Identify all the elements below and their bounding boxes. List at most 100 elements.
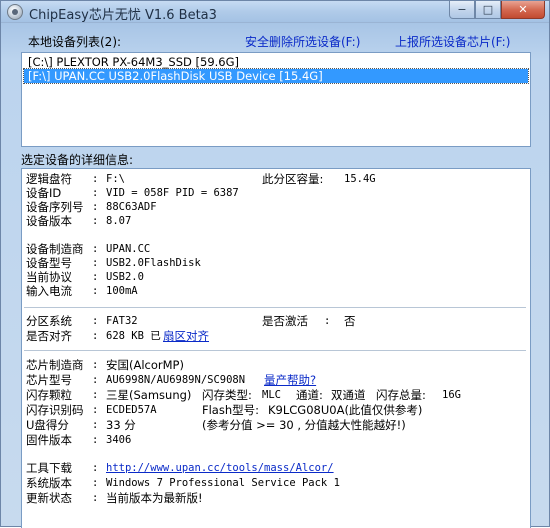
- flash-value: 三星(Samsung): [106, 388, 192, 402]
- colon: :: [92, 374, 99, 386]
- active-key: 是否激活: [262, 314, 308, 328]
- row-model: 设备型号 : USB2.0FlashDisk: [26, 256, 526, 271]
- model-key: 设备型号: [26, 256, 72, 270]
- colon: :: [92, 330, 99, 342]
- score-value: 33 分: [106, 418, 136, 432]
- aligned-value: 628 KB 已: [106, 330, 161, 342]
- colon: :: [92, 477, 99, 489]
- score-key: U盘得分: [26, 418, 69, 432]
- device-id-key: 设备ID: [26, 186, 62, 200]
- colon: :: [92, 419, 99, 431]
- mass-production-help-link[interactable]: 量产帮助?: [264, 373, 316, 388]
- drive-letter-key: 逻辑盘符: [26, 172, 72, 186]
- flash-total-value: 16G: [442, 389, 461, 401]
- device-list-item-c[interactable]: [C:\] PLEXTOR PX-64M3_SSD [59.6G]: [24, 55, 528, 69]
- row-filesystem: 分区系统 : FAT32 是否激活 : 否: [26, 314, 526, 329]
- colon: :: [92, 257, 99, 269]
- tool-download-key: 工具下载: [26, 461, 72, 475]
- colon: :: [92, 215, 99, 227]
- protocol-key: 当前协议: [26, 270, 72, 284]
- serial-value: 88C63ADF: [106, 201, 157, 213]
- version-value: 8.07: [106, 215, 132, 227]
- row-score: U盘得分 : 33 分 (参考分值 >= 30 , 分值越大性能越好!): [26, 418, 526, 433]
- row-version: 设备版本 : 8.07: [26, 214, 526, 229]
- update-status-value: 当前版本为最新版!: [106, 491, 203, 505]
- device-list[interactable]: [C:\] PLEXTOR PX-64M3_SSD [59.6G] [F:\] …: [21, 52, 531, 147]
- tool-download-link[interactable]: http://www.upan.cc/tools/mass/Alcor/: [106, 461, 334, 476]
- chip-vendor-value: 安国(AlcorMP): [106, 358, 184, 372]
- row-device-id: 设备ID : VID = 058F PID = 6387: [26, 186, 526, 201]
- colon: :: [324, 315, 331, 327]
- close-button[interactable]: ✕: [501, 1, 545, 19]
- firmware-value: 3406: [106, 434, 132, 446]
- vendor-key: 设备制造商: [26, 242, 84, 256]
- colon: :: [92, 315, 99, 327]
- channel-value: 双通道: [331, 388, 366, 402]
- colon: :: [92, 173, 99, 185]
- row-current: 输入电流 : 100mA: [26, 284, 526, 299]
- row-serial: 设备序列号 : 88C63ADF: [26, 200, 526, 215]
- row-protocol: 当前协议 : USB2.0: [26, 270, 526, 285]
- window-controls: − □ ✕: [449, 1, 545, 19]
- safe-delete-link[interactable]: 安全删除所选设备(F:): [245, 33, 360, 50]
- maximize-button[interactable]: □: [475, 1, 501, 19]
- colon: :: [92, 434, 99, 446]
- row-update-status: 更新状态 : 当前版本为最新版!: [26, 491, 526, 506]
- row-os-version: 系统版本 : Windows 7 Professional Service Pa…: [26, 476, 526, 491]
- app-window: ChipEasy芯片无忧 V1.6 Beta3 − □ ✕ 本地设备列表(2):…: [0, 0, 550, 528]
- sector-align-link[interactable]: 扇区对齐: [163, 329, 209, 344]
- serial-key: 设备序列号: [26, 200, 84, 214]
- filesystem-key: 分区系统: [26, 314, 72, 328]
- maximize-icon: □: [482, 3, 494, 16]
- row-chip-vendor: 芯片制造商 : 安国(AlcorMP): [26, 358, 526, 373]
- flash-type-key: 闪存类型:: [202, 388, 252, 402]
- device-id-value: VID = 058F PID = 6387: [106, 187, 239, 199]
- row-chip-model: 芯片型号 : AU6998N/AU6989N/SC908N 量产帮助?: [26, 373, 526, 388]
- colon: :: [92, 492, 99, 504]
- device-list-item-f[interactable]: [F:\] UPAN.CC USB2.0FlashDisk USB Device…: [23, 68, 529, 84]
- update-status-key: 更新状态: [26, 491, 72, 505]
- current-value: 100mA: [106, 285, 138, 297]
- version-key: 设备版本: [26, 214, 72, 228]
- device-list-label: 本地设备列表(2):: [28, 35, 122, 49]
- partition-size-value: 15.4G: [344, 173, 376, 185]
- colon: :: [92, 359, 99, 371]
- colon: :: [92, 201, 99, 213]
- current-key: 输入电流: [26, 284, 72, 298]
- flash-id-value: ECDED57A: [106, 404, 157, 416]
- colon: :: [92, 462, 99, 474]
- flash-key: 闪存颗粒: [26, 388, 72, 402]
- row-drive-letter: 逻辑盘符 : F:\ 此分区容量: 15.4G: [26, 172, 526, 187]
- aligned-key: 是否对齐: [26, 329, 72, 343]
- drive-letter-value: F:\: [106, 173, 125, 185]
- colon: :: [92, 243, 99, 255]
- details-panel: 逻辑盘符 : F:\ 此分区容量: 15.4G 设备ID : VID = 058…: [21, 168, 531, 528]
- colon: :: [92, 404, 99, 416]
- active-value: 否: [344, 314, 356, 328]
- score-note: (参考分值 >= 30 , 分值越大性能越好!): [202, 418, 406, 432]
- row-aligned: 是否对齐 : 628 KB 已 扇区对齐: [26, 329, 526, 344]
- chip-model-value: AU6998N/AU6989N/SC908N: [106, 374, 246, 386]
- colon: :: [92, 285, 99, 297]
- divider: [24, 350, 526, 351]
- channel-key: 通道:: [296, 388, 323, 402]
- flash-model-value: K9LCG08U0A(此值仅供参考): [268, 403, 423, 417]
- title-bar[interactable]: ChipEasy芯片无忧 V1.6 Beta3 − □ ✕: [1, 1, 549, 23]
- colon: :: [92, 271, 99, 283]
- report-chip-link[interactable]: 上报所选设备芯片(F:): [395, 33, 510, 50]
- vendor-value: UPAN.CC: [106, 243, 151, 255]
- chip-vendor-key: 芯片制造商: [26, 358, 84, 372]
- close-icon: ✕: [518, 3, 528, 16]
- row-vendor: 设备制造商 : UPAN.CC: [26, 242, 526, 257]
- details-label: 选定设备的详细信息:: [21, 153, 134, 167]
- firmware-key: 固件版本: [26, 433, 72, 447]
- divider: [24, 307, 526, 308]
- protocol-value: USB2.0: [106, 271, 144, 283]
- colon: :: [92, 187, 99, 199]
- chip-model-key: 芯片型号: [26, 373, 72, 387]
- row-flash-id: 闪存识别码 : ECDED57A Flash型号: K9LCG08U0A(此值仅…: [26, 403, 526, 418]
- row-flash: 闪存颗粒 : 三星(Samsung) 闪存类型: MLC 通道: 双通道 闪存总…: [26, 388, 526, 403]
- filesystem-value: FAT32: [106, 315, 138, 327]
- minimize-button[interactable]: −: [449, 1, 475, 19]
- row-tool-download: 工具下载 : http://www.upan.cc/tools/mass/Alc…: [26, 461, 526, 476]
